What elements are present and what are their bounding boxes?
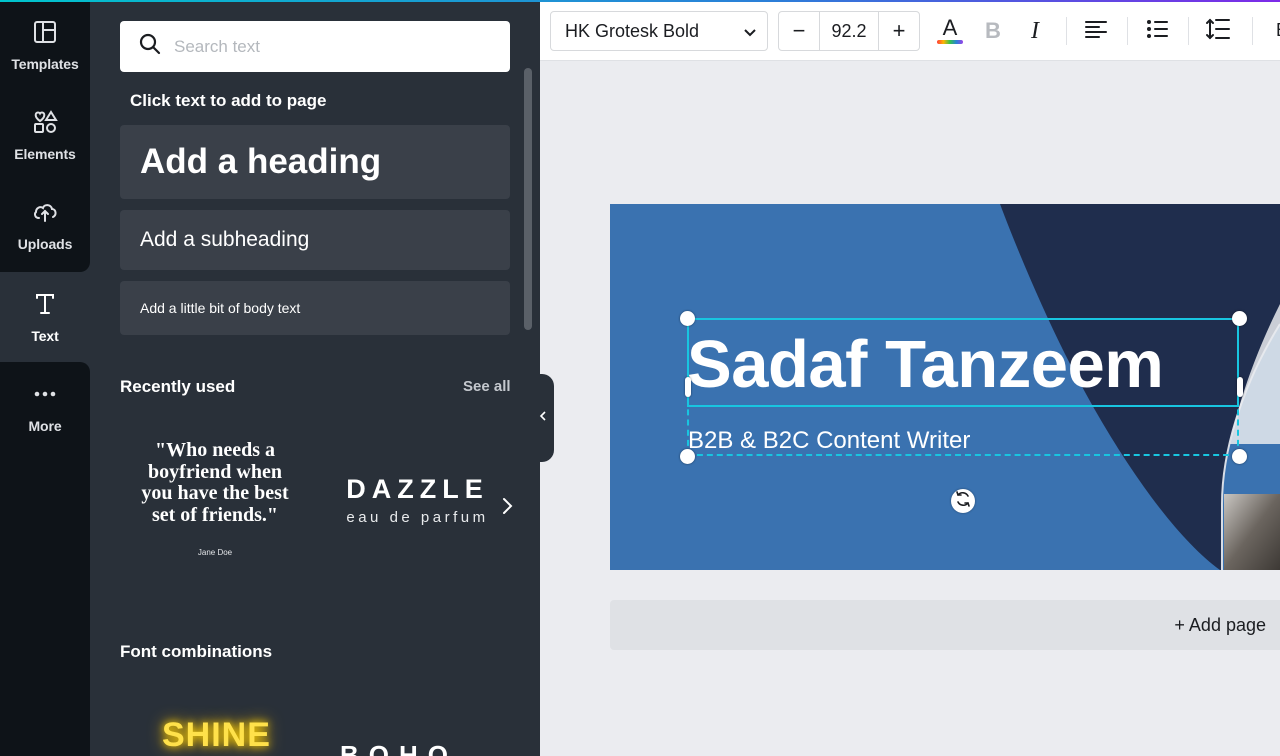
align-left-button[interactable] <box>1079 14 1113 48</box>
uploads-icon <box>32 199 58 230</box>
decrease-font-size-button[interactable]: − <box>779 12 819 50</box>
top-accent-bar <box>0 0 1280 2</box>
bold-button[interactable]: B <box>976 14 1010 48</box>
recently-used-title: Recently used <box>120 377 236 396</box>
line-spacing-icon <box>1205 16 1231 47</box>
collapse-panel-button[interactable] <box>532 374 554 462</box>
toolbar-divider <box>1127 17 1128 45</box>
rail-item-uploads[interactable]: Uploads <box>0 180 90 270</box>
rail-item-label: Uploads <box>17 235 73 252</box>
shine-combo-template[interactable]: SHINE <box>162 716 271 755</box>
editor-toolbar: HK Grotesk Bold − 92.2 + A B I E <box>540 2 1280 61</box>
text-color-button[interactable]: A <box>933 14 967 48</box>
quote-text-template[interactable]: "Who needs a boyfriend when you have the… <box>130 439 300 564</box>
bulleted-list-button[interactable] <box>1140 14 1174 48</box>
rotate-icon <box>954 490 972 513</box>
add-body-text-button[interactable]: Add a little bit of body text <box>120 281 510 335</box>
toolbar-divider <box>1188 17 1189 45</box>
rail-item-templates[interactable]: Templates <box>0 0 90 90</box>
text-panel: Click text to add to page Add a heading … <box>90 0 540 756</box>
effects-button-partial[interactable]: E <box>1276 20 1280 41</box>
resize-handle-right[interactable] <box>1237 377 1243 397</box>
left-rail: Templates Elements Uploads Text More <box>0 0 90 756</box>
font-size-input[interactable]: 92.2 <box>819 12 879 50</box>
resize-handle-top-left[interactable] <box>680 311 695 326</box>
elements-icon <box>32 109 58 140</box>
templates-icon <box>32 19 58 50</box>
boho-combo-template[interactable]: BOHO <box>340 740 458 756</box>
dazzle-text-template[interactable]: DAZZLE eau de parfum <box>335 474 500 526</box>
font-combinations-title: Font combinations <box>120 642 273 661</box>
toolbar-divider <box>1066 17 1067 45</box>
add-subheading-button[interactable]: Add a subheading <box>120 210 510 270</box>
more-icon <box>32 381 58 412</box>
toolbar-divider <box>1252 17 1253 45</box>
rail-item-elements[interactable]: Elements <box>0 90 90 180</box>
design-subline-text[interactable]: B2B & B2C Content Writer <box>688 427 970 455</box>
add-page-button[interactable]: + Add page <box>610 600 1280 650</box>
dazzle-template-title: DAZZLE <box>346 474 489 504</box>
font-size-control: − 92.2 + <box>778 11 920 51</box>
text-color-glyph: A <box>942 15 958 40</box>
rail-item-more[interactable]: More <box>0 362 90 452</box>
rail-item-text[interactable]: Text <box>0 272 90 362</box>
search-input[interactable] <box>174 36 494 57</box>
spacing-button[interactable] <box>1201 14 1235 48</box>
rotate-handle[interactable] <box>951 489 975 513</box>
align-left-icon <box>1084 17 1108 46</box>
panel-scrollbar[interactable] <box>524 68 532 330</box>
resize-handle-bottom-left[interactable] <box>680 449 695 464</box>
resize-handle-top-right[interactable] <box>1232 311 1247 326</box>
rail-item-label: More <box>28 417 62 434</box>
resize-handle-bottom-right[interactable] <box>1232 449 1247 464</box>
add-heading-button[interactable]: Add a heading <box>120 125 510 199</box>
text-color-icon: A <box>936 16 964 46</box>
search-box[interactable] <box>120 21 510 72</box>
chevron-left-icon <box>538 409 548 428</box>
panel-hint: Click text to add to page <box>130 91 327 110</box>
dazzle-template-subtitle: eau de parfum <box>346 509 489 526</box>
quote-template-author: Jane Doe <box>197 548 233 557</box>
design-headline-text[interactable]: Sadaf Tanzeem <box>687 326 1164 403</box>
resize-handle-left[interactable] <box>685 377 691 397</box>
font-family-dropdown[interactable]: HK Grotesk Bold <box>550 11 768 51</box>
rail-item-label: Elements <box>14 145 76 162</box>
rail-item-label: Templates <box>11 55 79 72</box>
increase-font-size-button[interactable]: + <box>879 12 919 50</box>
text-icon <box>32 291 58 322</box>
quote-template-text: "Who needs a boyfriend when you have the… <box>141 439 289 526</box>
chevron-right-icon[interactable] <box>495 492 519 520</box>
see-all-link[interactable]: See all <box>463 378 511 395</box>
bulleted-list-icon <box>1145 17 1169 46</box>
font-family-value: HK Grotesk Bold <box>565 20 700 41</box>
search-icon <box>138 32 162 61</box>
rail-item-label: Text <box>31 327 59 344</box>
italic-button[interactable]: I <box>1018 14 1052 48</box>
